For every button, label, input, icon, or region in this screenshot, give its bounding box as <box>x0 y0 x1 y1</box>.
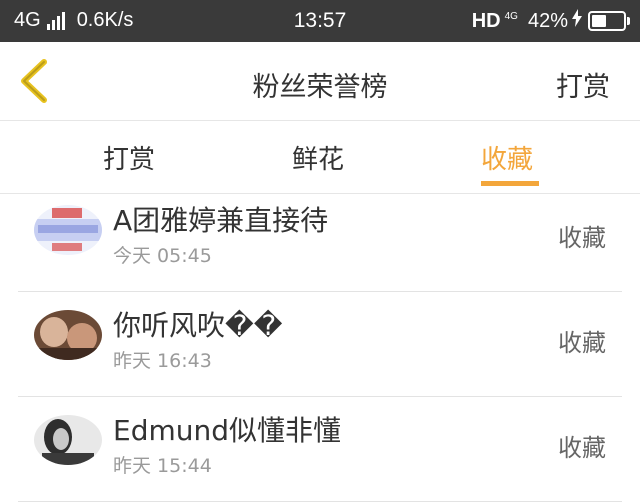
timestamp: 昨天 16:43 <box>113 350 212 372</box>
tab-favorites[interactable]: 收藏 <box>481 139 533 176</box>
hd-network-label: 4G <box>504 11 518 22</box>
avatar <box>34 205 102 255</box>
hd-label: HD <box>471 9 501 32</box>
user-name: Edmund似懂非懂 <box>113 414 342 447</box>
user-name: A团雅婷兼直接待 <box>113 204 329 237</box>
charging-icon <box>572 9 582 33</box>
timestamp: 昨天 15:44 <box>113 455 212 477</box>
battery-level <box>592 15 607 27</box>
tab-reward[interactable]: 打赏 <box>103 139 155 176</box>
page-title: 粉丝荣誉榜 <box>252 72 388 103</box>
status-bar: 4G 0.6K/s 13:57 HD 4G 42% <box>0 0 640 42</box>
favorite-label: 收藏 <box>558 434 606 462</box>
list-item[interactable]: 你听风吹�� 昨天 16:43 收藏 <box>18 291 622 397</box>
timestamp: 今天 05:45 <box>113 245 212 267</box>
tab-flowers[interactable]: 鲜花 <box>292 139 344 176</box>
battery-tip <box>627 17 630 25</box>
status-right: HD 4G 42% <box>471 9 630 33</box>
reward-button[interactable]: 打赏 <box>556 65 610 104</box>
tab-bar: 打赏 鲜花 收藏 <box>0 121 640 194</box>
battery-percent: 42% <box>527 9 568 32</box>
user-name: 你听风吹�� <box>113 309 283 342</box>
list-item[interactable]: A团雅婷兼直接待 今天 05:45 收藏 <box>18 186 622 292</box>
favorite-label: 收藏 <box>558 329 606 357</box>
avatar <box>34 415 102 465</box>
battery-icon <box>588 11 630 31</box>
list-item[interactable]: Edmund似懂非懂 昨天 15:44 收藏 <box>18 396 622 502</box>
header-bar: 粉丝荣誉榜 打赏 <box>0 42 640 121</box>
favorite-label: 收藏 <box>558 224 606 252</box>
avatar <box>34 310 102 360</box>
